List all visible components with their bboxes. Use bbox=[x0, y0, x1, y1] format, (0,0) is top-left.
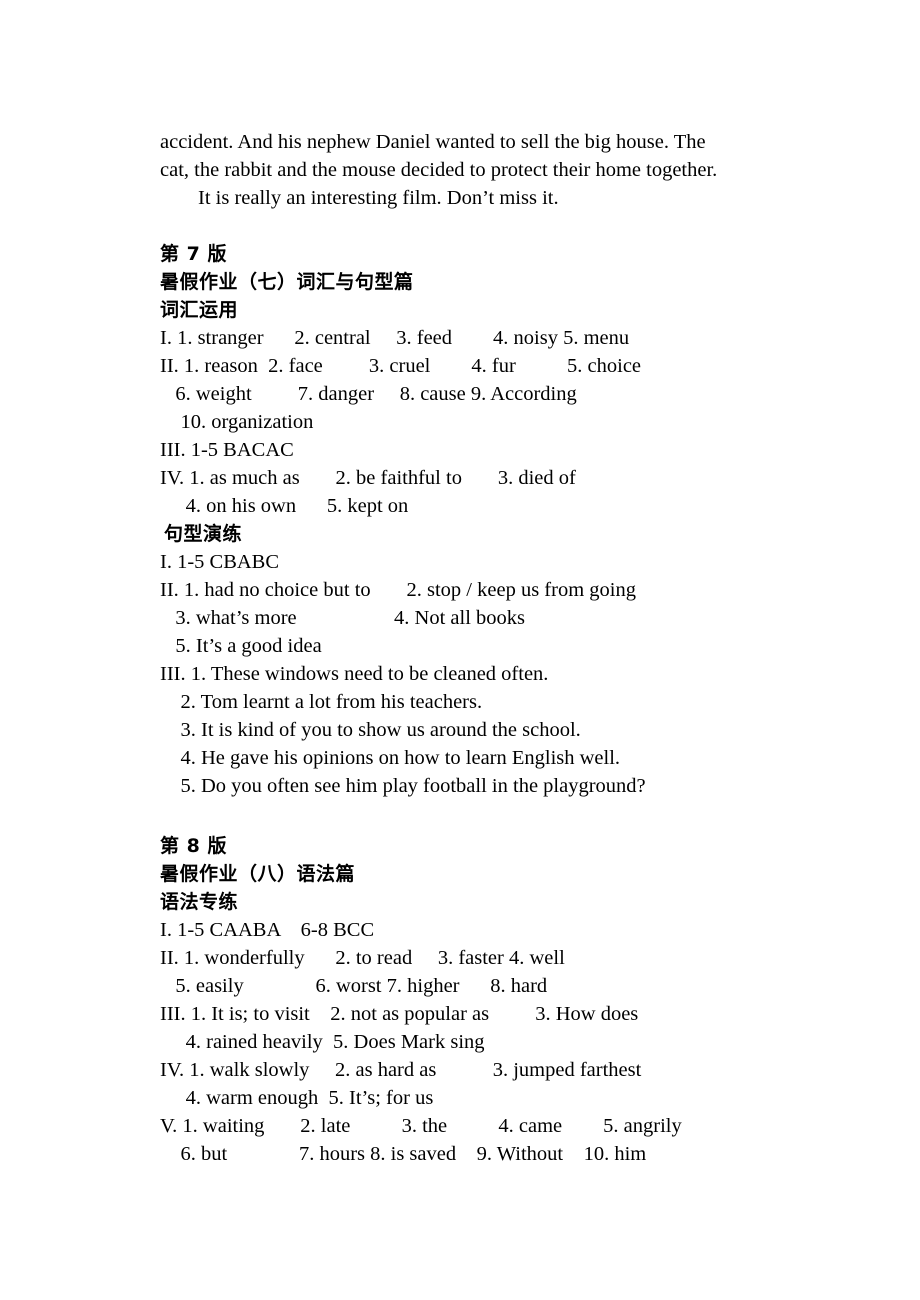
answer-line: 5. easily 6. worst 7. higher 8. hard bbox=[160, 975, 548, 997]
answer-line: 6. weight 7. danger 8. cause 9. Accordin… bbox=[160, 383, 577, 405]
section-title-7: 暑假作业（七）词汇与句型篇 bbox=[160, 271, 414, 293]
section-title-8: 暑假作业（八）语法篇 bbox=[160, 863, 356, 885]
answer-line: V. 1. waiting 2. late 3. the 4. came 5. … bbox=[160, 1115, 682, 1137]
answer-block-vocab: I. 1. stranger 2. central 3. feed 4. noi… bbox=[160, 324, 760, 520]
answer-line: 5. It’s a good idea bbox=[160, 635, 322, 657]
answer-line: 4. He gave his opinions on how to learn … bbox=[160, 747, 621, 769]
page-label-7: 第 7 版 bbox=[160, 243, 227, 265]
answer-line: II. 1. had no choice but to 2. stop / ke… bbox=[160, 579, 636, 601]
answer-line: I. 1-5 CAABA 6-8 BCC bbox=[160, 919, 375, 941]
page-label-8: 第 8 版 bbox=[160, 835, 227, 857]
answer-line: I. 1. stranger 2. central 3. feed 4. noi… bbox=[160, 327, 630, 349]
document-page: accident. And his nephew Daniel wanted t… bbox=[160, 128, 760, 1168]
answer-line: 3. It is kind of you to show us around t… bbox=[160, 719, 581, 741]
answer-block-sentence: I. 1-5 CBABC II. 1. had no choice but to… bbox=[160, 548, 760, 800]
answer-line: 2. Tom learnt a lot from his teachers. bbox=[160, 691, 483, 713]
subsection-heading-sentence: 句型演练 bbox=[164, 523, 243, 545]
answer-line: III. 1-5 BACAC bbox=[160, 439, 294, 461]
section-page-8: 第 8 版 暑假作业（八）语法篇 语法专练 I. 1-5 CAABA 6-8 B… bbox=[160, 832, 760, 1168]
answer-line: IV. 1. walk slowly 2. as hard as 3. jump… bbox=[160, 1059, 642, 1081]
answer-line: 10. organization bbox=[160, 411, 314, 433]
answer-line: 5. Do you often see him play football in… bbox=[160, 775, 646, 797]
intro-line-2: cat, the rabbit and the mouse decided to… bbox=[160, 159, 718, 181]
answer-line: 4. on his own 5. kept on bbox=[160, 495, 409, 517]
answer-line: I. 1-5 CBABC bbox=[160, 551, 280, 573]
answer-line: II. 1. wonderfully 2. to read 3. faster … bbox=[160, 947, 565, 969]
answer-line: 3. what’s more 4. Not all books bbox=[160, 607, 525, 629]
answer-line: III. 1. These windows need to be cleaned… bbox=[160, 663, 549, 685]
intro-paragraph: accident. And his nephew Daniel wanted t… bbox=[160, 128, 760, 212]
subsection-heading-grammar: 语法专练 bbox=[160, 891, 239, 913]
intro-line-3: It is really an interesting film. Don’t … bbox=[198, 187, 559, 209]
answer-line: II. 1. reason 2. face 3. cruel 4. fur 5.… bbox=[160, 355, 642, 377]
answer-line: 6. but 7. hours 8. is saved 9. Without 1… bbox=[160, 1143, 647, 1165]
answer-line: 4. rained heavily 5. Does Mark sing bbox=[160, 1031, 485, 1053]
section-page-7: 第 7 版 暑假作业（七）词汇与句型篇 词汇运用 I. 1. stranger … bbox=[160, 240, 760, 800]
answer-block-grammar: I. 1-5 CAABA 6-8 BCC II. 1. wonderfully … bbox=[160, 916, 760, 1168]
answer-line: III. 1. It is; to visit 2. not as popula… bbox=[160, 1003, 639, 1025]
subsection-heading-vocab: 词汇运用 bbox=[160, 299, 239, 321]
answer-line: 4. warm enough 5. It’s; for us bbox=[160, 1087, 434, 1109]
answer-line: IV. 1. as much as 2. be faithful to 3. d… bbox=[160, 467, 576, 489]
intro-line-1: accident. And his nephew Daniel wanted t… bbox=[160, 131, 706, 153]
